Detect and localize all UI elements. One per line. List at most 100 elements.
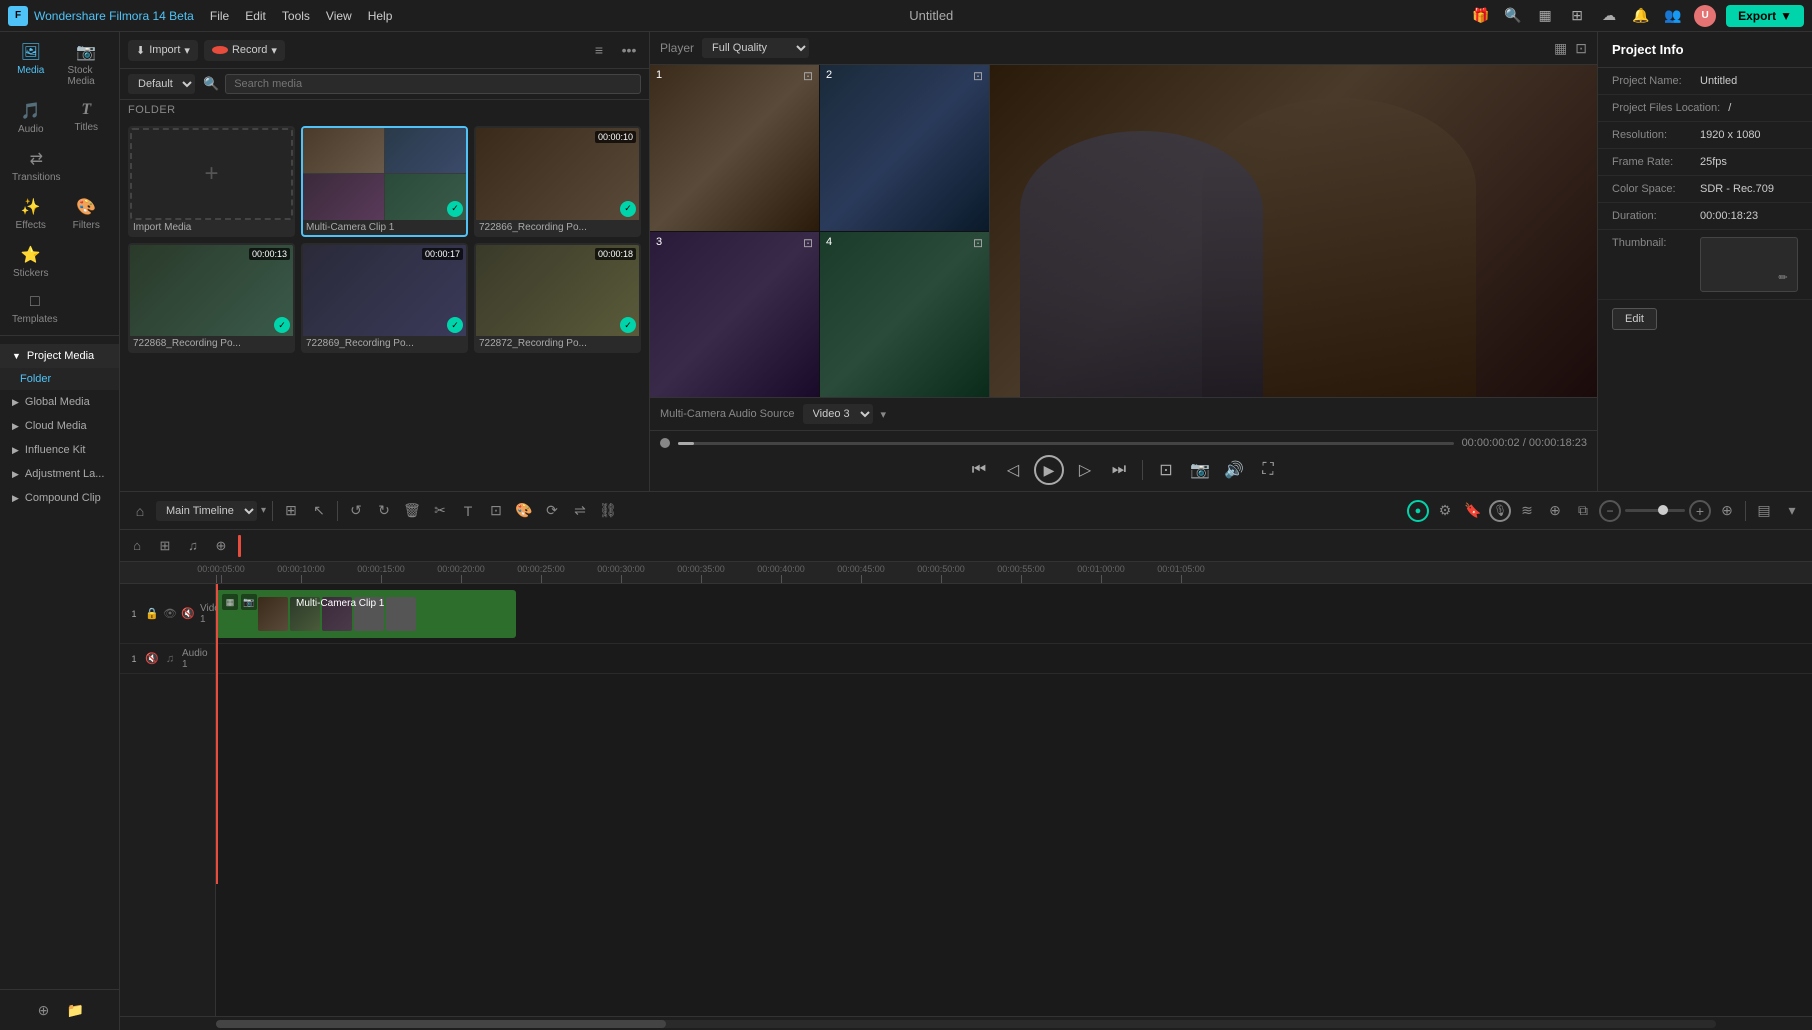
timeline-name-select[interactable]: Main Timeline bbox=[156, 501, 257, 521]
delete-icon[interactable]: 🗑 bbox=[400, 499, 424, 523]
multicam-cell-3[interactable]: 3 ⊡ bbox=[650, 232, 819, 398]
list-item[interactable]: 00:00:13 ✓ 722868_Recording Po... bbox=[128, 243, 295, 354]
scrollbar-thumb[interactable] bbox=[216, 1020, 666, 1028]
sort-select[interactable]: Default bbox=[128, 74, 195, 94]
screenshot-icon[interactable]: 📷 bbox=[1187, 457, 1213, 483]
cloud-icon[interactable]: ☁ bbox=[1598, 5, 1620, 27]
menu-tools[interactable]: Tools bbox=[282, 9, 310, 23]
timeline-home-icon[interactable]: ⌂ bbox=[126, 535, 148, 557]
text-icon[interactable]: T bbox=[456, 499, 480, 523]
home-icon[interactable]: ⌂ bbox=[128, 499, 152, 523]
export-button[interactable]: Export ▼ bbox=[1726, 5, 1804, 27]
tab-media[interactable]: 🖼 Media bbox=[4, 36, 58, 93]
crop-icon[interactable]: ⊡ bbox=[1153, 457, 1179, 483]
add-track-icon[interactable]: ⊕ bbox=[32, 998, 56, 1022]
user-avatar[interactable]: U bbox=[1694, 5, 1716, 27]
audio-mute-icon[interactable]: 🔇 bbox=[144, 651, 160, 667]
multicam-switch-icon[interactable]: ⊕ bbox=[1543, 499, 1567, 523]
zoom-out-button[interactable]: − bbox=[1599, 500, 1621, 522]
volume-icon[interactable]: 🔊 bbox=[1221, 457, 1247, 483]
tab-stickers[interactable]: ⭐ Stickers bbox=[4, 239, 58, 285]
tab-titles[interactable]: T Titles bbox=[60, 95, 114, 141]
search-icon[interactable]: 🔍 bbox=[1502, 5, 1524, 27]
video-track-row[interactable]: ▦ 📷 Multi-Camera Cl bbox=[216, 584, 1812, 644]
select-icon[interactable]: ↖ bbox=[307, 499, 331, 523]
mic-button[interactable]: 🎙 bbox=[1489, 500, 1511, 522]
menu-file[interactable]: File bbox=[210, 9, 229, 23]
gift-icon[interactable]: 🎁 bbox=[1470, 5, 1492, 27]
search-input[interactable] bbox=[225, 74, 641, 94]
menu-bar[interactable]: File Edit Tools View Help bbox=[210, 9, 393, 23]
nav-folder[interactable]: Folder bbox=[0, 368, 119, 390]
filter-icon[interactable]: ≡ bbox=[587, 38, 611, 62]
settings-icon[interactable]: ⚙ bbox=[1433, 499, 1457, 523]
audio-source-select[interactable]: Video 3 bbox=[803, 404, 873, 424]
chevron-down-icon[interactable]: ▾ bbox=[1780, 499, 1804, 523]
nav-compound-clip[interactable]: ▶ Compound Clip bbox=[0, 486, 119, 510]
lock-icon[interactable]: 🔒 bbox=[144, 606, 160, 622]
eye-icon[interactable]: 👁 bbox=[162, 606, 178, 622]
nav-adjustment[interactable]: ▶ Adjustment La... bbox=[0, 462, 119, 486]
zoom-slider[interactable] bbox=[1625, 509, 1685, 512]
crop-timeline-icon[interactable]: ⊡ bbox=[484, 499, 508, 523]
speed-icon[interactable]: ⟳ bbox=[540, 499, 564, 523]
zoom-thumb[interactable] bbox=[1658, 505, 1668, 515]
bookmark-icon[interactable]: 🔖 bbox=[1461, 499, 1485, 523]
playhead-dot[interactable] bbox=[660, 438, 670, 448]
zoom-in-button[interactable]: + bbox=[1689, 500, 1711, 522]
audio-track-row[interactable] bbox=[216, 644, 1812, 674]
users-icon[interactable]: 👥 bbox=[1662, 5, 1684, 27]
chain-icon[interactable]: ⛓ bbox=[596, 499, 620, 523]
mute-icon[interactable]: 🔇 bbox=[180, 606, 196, 622]
expand-icon[interactable]: ⊡ bbox=[1575, 40, 1587, 57]
grid-view-icon[interactable]: ▦ bbox=[1554, 40, 1567, 57]
timeline-clip[interactable]: ▦ 📷 Multi-Camera Cl bbox=[216, 590, 516, 638]
timeline-layers-icon[interactable]: ⊞ bbox=[154, 535, 176, 557]
grid-icon[interactable]: ⊞ bbox=[1566, 5, 1588, 27]
menu-view[interactable]: View bbox=[326, 9, 352, 23]
nav-cloud-media[interactable]: ▶ Cloud Media bbox=[0, 414, 119, 438]
tab-stock-media[interactable]: 📷 Stock Media bbox=[60, 36, 114, 93]
tab-filters[interactable]: 🎨 Filters bbox=[60, 191, 114, 237]
audio-solo-icon[interactable]: ♫ bbox=[162, 651, 178, 667]
list-item[interactable]: 00:00:10 ✓ 722866_Recording Po... bbox=[474, 126, 641, 237]
layout-icon[interactable]: ▦ bbox=[1534, 5, 1556, 27]
flip-icon[interactable]: ⇌ bbox=[568, 499, 592, 523]
tab-templates[interactable]: □ Templates bbox=[4, 287, 66, 331]
nav-global-media[interactable]: ▶ Global Media bbox=[0, 390, 119, 414]
record-circle-button[interactable]: ● bbox=[1407, 500, 1429, 522]
bell-icon[interactable]: 🔔 bbox=[1630, 5, 1652, 27]
timeline-audio-sync-icon[interactable]: ♫ bbox=[182, 535, 204, 557]
redo-icon[interactable]: ↻ bbox=[372, 499, 396, 523]
frame-forward-icon[interactable]: ▷ bbox=[1072, 457, 1098, 483]
multicam-cell-1[interactable]: 1 ⊡ bbox=[650, 65, 819, 231]
view-options-icon[interactable]: ▤ bbox=[1752, 499, 1776, 523]
list-item[interactable]: 00:00:18 ✓ 722872_Recording Po... bbox=[474, 243, 641, 354]
fullscreen-icon[interactable]: ⛶ bbox=[1255, 457, 1281, 483]
timeline-snap-icon[interactable]: ⊕ bbox=[210, 535, 232, 557]
multicam-cell-4[interactable]: 4 ⊡ bbox=[820, 232, 989, 398]
skip-forward-icon[interactable]: ⏭ bbox=[1106, 457, 1132, 483]
edit-thumbnail-icon[interactable]: ✏ bbox=[1771, 265, 1795, 289]
folder-add-icon[interactable]: 📁 bbox=[64, 998, 88, 1022]
nav-project-media[interactable]: ▼ Project Media bbox=[0, 344, 119, 368]
nav-influence-kit[interactable]: ▶ Influence Kit bbox=[0, 438, 119, 462]
tab-effects[interactable]: ✨ Effects bbox=[4, 191, 58, 237]
pip-icon[interactable]: ⧉ bbox=[1571, 499, 1595, 523]
waveform-icon[interactable]: ≋ bbox=[1515, 499, 1539, 523]
multicam-cell-2[interactable]: 2 ⊡ bbox=[820, 65, 989, 231]
cut-icon[interactable]: ✂ bbox=[428, 499, 452, 523]
tab-transitions[interactable]: ⇄ Transitions bbox=[4, 143, 69, 189]
record-button[interactable]: Record ▾ bbox=[204, 40, 285, 61]
progress-track[interactable] bbox=[678, 442, 1454, 445]
project-edit-button[interactable]: Edit bbox=[1612, 308, 1657, 330]
menu-help[interactable]: Help bbox=[368, 9, 393, 23]
list-item[interactable]: 00:00:17 ✓ 722869_Recording Po... bbox=[301, 243, 468, 354]
color-icon[interactable]: 🎨 bbox=[512, 499, 536, 523]
add-track-button[interactable]: ⊕ bbox=[1715, 499, 1739, 523]
undo-icon[interactable]: ↺ bbox=[344, 499, 368, 523]
play-button[interactable]: ▶ bbox=[1034, 455, 1064, 485]
import-button[interactable]: ⬇ Import ▾ bbox=[128, 40, 198, 61]
grid-icon[interactable]: ⊞ bbox=[279, 499, 303, 523]
list-item[interactable]: ✓ Multi-Camera Clip 1 bbox=[301, 126, 468, 237]
